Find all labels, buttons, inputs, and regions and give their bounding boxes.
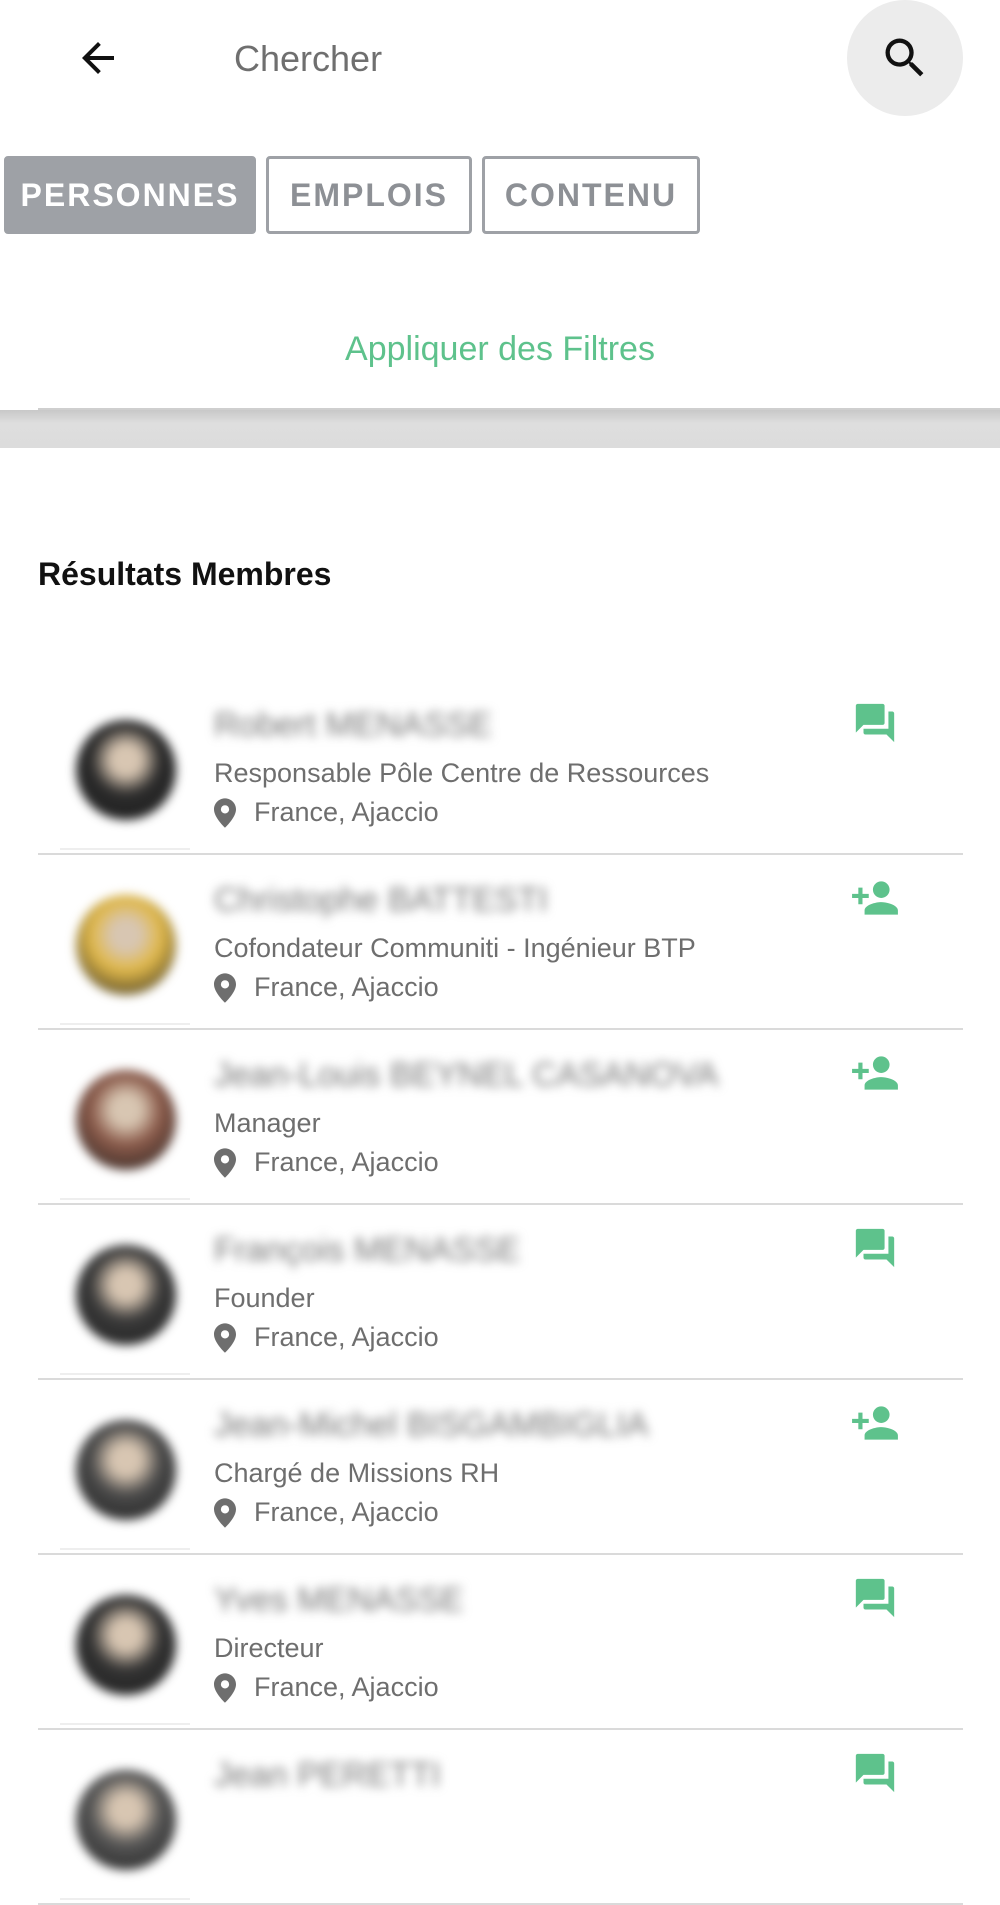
avatar[interactable] <box>76 895 176 995</box>
member-location-row: France, Ajaccio <box>214 972 439 1003</box>
location-pin-icon <box>214 1672 236 1703</box>
member-name[interactable]: Jean-Michel BISGAMBIGLIA <box>214 1406 649 1445</box>
member-location-row: France, Ajaccio <box>214 797 439 828</box>
back-button[interactable] <box>60 20 135 95</box>
search-bar <box>0 0 1000 130</box>
member-location: France, Ajaccio <box>254 1147 439 1177</box>
member-role: Responsable Pôle Centre de Ressources <box>214 758 710 788</box>
message-button[interactable] <box>847 1750 903 1800</box>
chat-icon <box>852 1225 898 1276</box>
member-name[interactable]: Yves MENASSE <box>214 1581 463 1620</box>
member-location-row: France, Ajaccio <box>214 1497 439 1528</box>
member-location-row: France, Ajaccio <box>214 1147 439 1178</box>
member-name[interactable]: Robert MENASSE <box>214 706 492 745</box>
member-row[interactable]: François MENASSE Founder France, Ajaccio <box>38 1205 963 1380</box>
member-role: Manager <box>214 1108 321 1138</box>
person-add-icon <box>850 873 900 928</box>
member-location: France, Ajaccio <box>254 1322 439 1352</box>
avatar[interactable] <box>76 1770 176 1870</box>
member-role: Directeur <box>214 1633 324 1663</box>
message-button[interactable] <box>847 1575 903 1625</box>
member-row[interactable]: Jean-Michel BISGAMBIGLIA Chargé de Missio… <box>38 1380 963 1555</box>
member-results-list: Robert MENASSE Responsable Pôle Centre de… <box>38 680 963 1905</box>
member-location: France, Ajaccio <box>254 1672 439 1702</box>
chat-icon <box>852 700 898 751</box>
chat-icon <box>852 1575 898 1626</box>
search-button[interactable] <box>847 0 963 116</box>
person-add-icon <box>850 1048 900 1103</box>
avatar[interactable] <box>76 1595 176 1695</box>
add-contact-button[interactable] <box>847 1400 903 1450</box>
tab-personnes[interactable]: PERSONNES <box>4 156 256 234</box>
location-pin-icon <box>214 1147 236 1178</box>
member-location: France, Ajaccio <box>254 972 439 1002</box>
avatar[interactable] <box>76 1245 176 1345</box>
arrow-back-icon <box>81 41 114 74</box>
member-row[interactable]: Christophe BATTESTI Cofondateur Communiti… <box>38 855 963 1030</box>
avatar-underline <box>60 1198 190 1200</box>
avatar-underline <box>60 1373 190 1375</box>
results-title: Résultats Membres <box>38 556 332 592</box>
message-button[interactable] <box>847 700 903 750</box>
member-role: Chargé de Missions RH <box>214 1458 500 1488</box>
category-tabs: PERSONNES EMPLOIS CONTENU <box>4 156 700 236</box>
search-icon <box>885 38 924 77</box>
member-location-row: France, Ajaccio <box>214 1672 439 1703</box>
tab-emplois[interactable]: EMPLOIS <box>266 156 472 234</box>
member-name[interactable]: Jean-Louis BEYNEL CASANOVA <box>214 1056 719 1095</box>
chat-icon <box>852 1750 898 1801</box>
avatar-underline <box>60 1723 190 1725</box>
search-input[interactable] <box>232 26 796 92</box>
member-name[interactable]: Christophe BATTESTI <box>214 881 548 920</box>
person-add-icon <box>850 1398 900 1453</box>
location-pin-icon <box>214 1497 236 1528</box>
location-pin-icon <box>214 972 236 1003</box>
avatar[interactable] <box>76 1070 176 1170</box>
tab-contenu[interactable]: CONTENU <box>482 156 700 234</box>
member-name[interactable]: Jean PERETTI <box>214 1756 441 1795</box>
member-row[interactable]: Robert MENASSE Responsable Pôle Centre de… <box>38 680 963 855</box>
avatar-underline <box>60 848 190 850</box>
avatar-underline <box>60 1548 190 1550</box>
add-contact-button[interactable] <box>847 875 903 925</box>
add-contact-button[interactable] <box>847 1050 903 1100</box>
member-role: Founder <box>214 1283 315 1313</box>
member-role: Cofondateur Communiti - Ingénieur BTP <box>214 933 696 963</box>
avatar-underline <box>60 1898 190 1900</box>
avatar[interactable] <box>76 1420 176 1520</box>
avatar-underline <box>60 1023 190 1025</box>
member-location: France, Ajaccio <box>254 1497 439 1527</box>
member-row[interactable]: Jean PERETTI <box>38 1730 963 1905</box>
avatar[interactable] <box>76 720 176 820</box>
apply-filters-link[interactable]: Appliquer des Filtres <box>0 330 1000 369</box>
member-row[interactable]: Jean-Louis BEYNEL CASANOVA Manager France,… <box>38 1030 963 1205</box>
member-name[interactable]: François MENASSE <box>214 1231 520 1270</box>
member-location-row: France, Ajaccio <box>214 1322 439 1353</box>
member-location: France, Ajaccio <box>254 797 439 827</box>
location-pin-icon <box>214 797 236 828</box>
message-button[interactable] <box>847 1225 903 1275</box>
member-row[interactable]: Yves MENASSE Directeur France, Ajaccio <box>38 1555 963 1730</box>
section-separator <box>0 410 1000 448</box>
location-pin-icon <box>214 1322 236 1353</box>
